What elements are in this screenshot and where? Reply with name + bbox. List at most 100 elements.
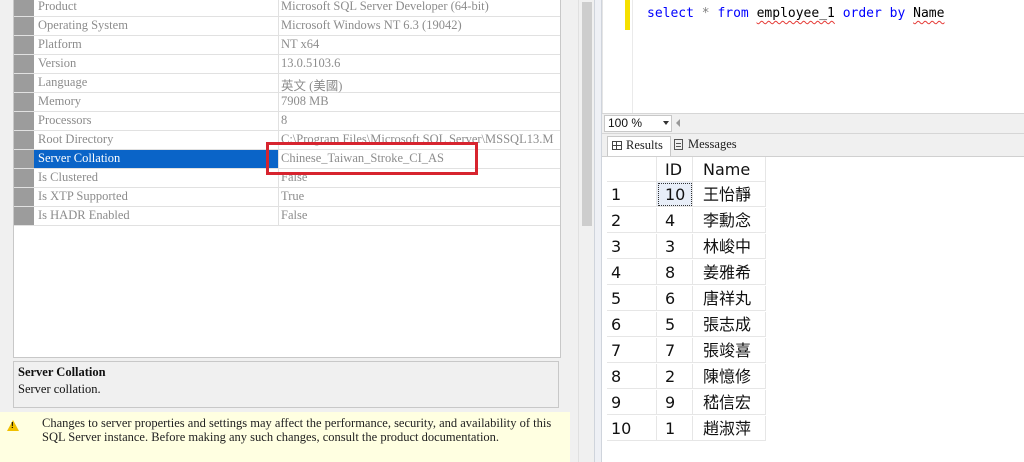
row-number[interactable]: 5 bbox=[607, 286, 657, 311]
cell-name[interactable]: 趙淑萍 bbox=[693, 416, 766, 441]
row-number[interactable]: 10 bbox=[607, 416, 657, 441]
property-value: NT x64 bbox=[281, 37, 320, 51]
cell-name[interactable]: 嵇信宏 bbox=[693, 390, 766, 415]
cell-id[interactable]: 8 bbox=[657, 260, 693, 285]
annotation-highlight-box bbox=[266, 142, 478, 175]
warning-icon bbox=[7, 420, 19, 431]
property-row-operating-system[interactable]: Operating System Microsoft Windows NT 6.… bbox=[14, 17, 560, 36]
window-splitter[interactable] bbox=[594, 0, 602, 462]
scrollbar-thumb[interactable] bbox=[582, 2, 592, 226]
query-editor[interactable]: select * from employee_1 order by Name bbox=[602, 0, 1024, 113]
row-gutter bbox=[14, 188, 34, 206]
cell-id[interactable]: 7 bbox=[657, 338, 693, 363]
description-text: Server collation. bbox=[18, 382, 101, 396]
property-value: True bbox=[281, 189, 305, 203]
property-row-language[interactable]: Language 英文 (美國) bbox=[14, 74, 560, 93]
cell-id[interactable]: 5 bbox=[657, 312, 693, 337]
cell-name[interactable]: 張竣喜 bbox=[693, 338, 766, 363]
property-row-version[interactable]: Version 13.0.5103.6 bbox=[14, 55, 560, 74]
zoom-value: 100 % bbox=[608, 116, 643, 130]
row-number-header[interactable] bbox=[607, 157, 657, 182]
column-separator bbox=[278, 188, 279, 206]
property-name: Is HADR Enabled bbox=[38, 208, 130, 222]
property-row-is-hadr-enabled[interactable]: Is HADR Enabled False bbox=[14, 207, 560, 226]
query-window: select * from employee_1 order by Name 1… bbox=[602, 0, 1024, 462]
column-separator bbox=[278, 36, 279, 54]
row-gutter bbox=[14, 150, 34, 168]
property-description-box: Server Collation Server collation. bbox=[13, 361, 559, 408]
cell-id[interactable]: 2 bbox=[657, 364, 693, 389]
messages-icon bbox=[674, 139, 683, 150]
zoom-dropdown[interactable]: 100 % bbox=[604, 115, 672, 132]
tab-results[interactable]: Results bbox=[607, 136, 671, 156]
column-header-id[interactable]: ID bbox=[657, 157, 693, 182]
property-row-is-xtp-supported[interactable]: Is XTP Supported True bbox=[14, 188, 560, 207]
property-name: Language bbox=[38, 75, 88, 89]
description-title: Server Collation bbox=[18, 365, 106, 379]
change-tracking-margin bbox=[625, 0, 630, 30]
sql-keyword-select: select bbox=[647, 6, 694, 21]
row-gutter bbox=[14, 131, 34, 149]
cell-name[interactable]: 張志成 bbox=[693, 312, 766, 337]
property-name: Is Clustered bbox=[38, 170, 99, 184]
cell-id[interactable]: 10 bbox=[657, 182, 693, 207]
vertical-scrollbar[interactable] bbox=[578, 0, 595, 462]
row-gutter bbox=[14, 55, 34, 73]
sql-column-name: Name bbox=[913, 6, 945, 21]
tab-label: Messages bbox=[688, 137, 737, 151]
cell-name[interactable]: 姜雅希 bbox=[693, 260, 766, 285]
column-header-name[interactable]: Name bbox=[693, 157, 766, 182]
row-number[interactable]: 4 bbox=[607, 260, 657, 285]
column-separator bbox=[278, 112, 279, 130]
property-name: Version bbox=[38, 56, 77, 70]
cell-name[interactable]: 王怡靜 bbox=[693, 182, 766, 207]
property-name: Product bbox=[38, 0, 77, 13]
results-grid: ID Name 1 10 王怡靜 2 4 李勳念 3 3 林峻中 4 8 姜雅希… bbox=[602, 157, 1024, 462]
grid-icon bbox=[612, 141, 622, 150]
row-number[interactable]: 2 bbox=[607, 208, 657, 233]
sql-star: * bbox=[701, 6, 710, 21]
property-row-platform[interactable]: Platform NT x64 bbox=[14, 36, 560, 55]
row-gutter bbox=[14, 207, 34, 225]
cell-name[interactable]: 李勳念 bbox=[693, 208, 766, 233]
sql-table-name: employee_1 bbox=[756, 6, 835, 21]
cell-id[interactable]: 9 bbox=[657, 390, 693, 415]
property-name: Processors bbox=[38, 113, 92, 127]
cell-name[interactable]: 唐祥丸 bbox=[693, 286, 766, 311]
cell-id[interactable]: 6 bbox=[657, 286, 693, 311]
sql-statement-line[interactable]: select * from employee_1 order by Name bbox=[647, 6, 944, 21]
cell-id[interactable]: 4 bbox=[657, 208, 693, 233]
cell-name[interactable]: 陳憶修 bbox=[693, 364, 766, 389]
row-gutter bbox=[14, 0, 34, 16]
cell-id[interactable]: 1 bbox=[657, 416, 693, 441]
row-gutter bbox=[14, 112, 34, 130]
property-row-processors[interactable]: Processors 8 bbox=[14, 112, 560, 131]
column-separator bbox=[278, 93, 279, 111]
property-grid: Product Microsoft SQL Server Developer (… bbox=[13, 0, 561, 358]
cell-id[interactable]: 3 bbox=[657, 234, 693, 259]
tab-messages[interactable]: Messages bbox=[670, 136, 742, 155]
property-value: False bbox=[281, 208, 308, 222]
row-gutter bbox=[14, 169, 34, 187]
row-number[interactable]: 8 bbox=[607, 364, 657, 389]
row-number[interactable]: 1 bbox=[607, 182, 657, 207]
cell-name[interactable]: 林峻中 bbox=[693, 234, 766, 259]
property-name: Platform bbox=[38, 37, 82, 51]
column-separator bbox=[278, 55, 279, 73]
warning-bar: Changes to server properties and setting… bbox=[0, 412, 570, 462]
sql-keyword-from: from bbox=[717, 6, 749, 21]
scroll-left-icon[interactable] bbox=[676, 119, 680, 127]
property-row-product[interactable]: Product Microsoft SQL Server Developer (… bbox=[14, 0, 560, 17]
property-row-memory[interactable]: Memory 7908 MB bbox=[14, 93, 560, 112]
sql-keyword-by: by bbox=[889, 6, 906, 21]
property-value: 英文 (美國) bbox=[281, 79, 343, 93]
row-number[interactable]: 9 bbox=[607, 390, 657, 415]
row-gutter bbox=[14, 74, 34, 92]
chevron-down-icon bbox=[663, 121, 669, 125]
row-number[interactable]: 6 bbox=[607, 312, 657, 337]
row-gutter bbox=[14, 93, 34, 111]
server-properties-panel: Product Microsoft SQL Server Developer (… bbox=[0, 0, 595, 462]
row-number[interactable]: 7 bbox=[607, 338, 657, 363]
row-number[interactable]: 3 bbox=[607, 234, 657, 259]
property-name: Operating System bbox=[38, 18, 128, 32]
